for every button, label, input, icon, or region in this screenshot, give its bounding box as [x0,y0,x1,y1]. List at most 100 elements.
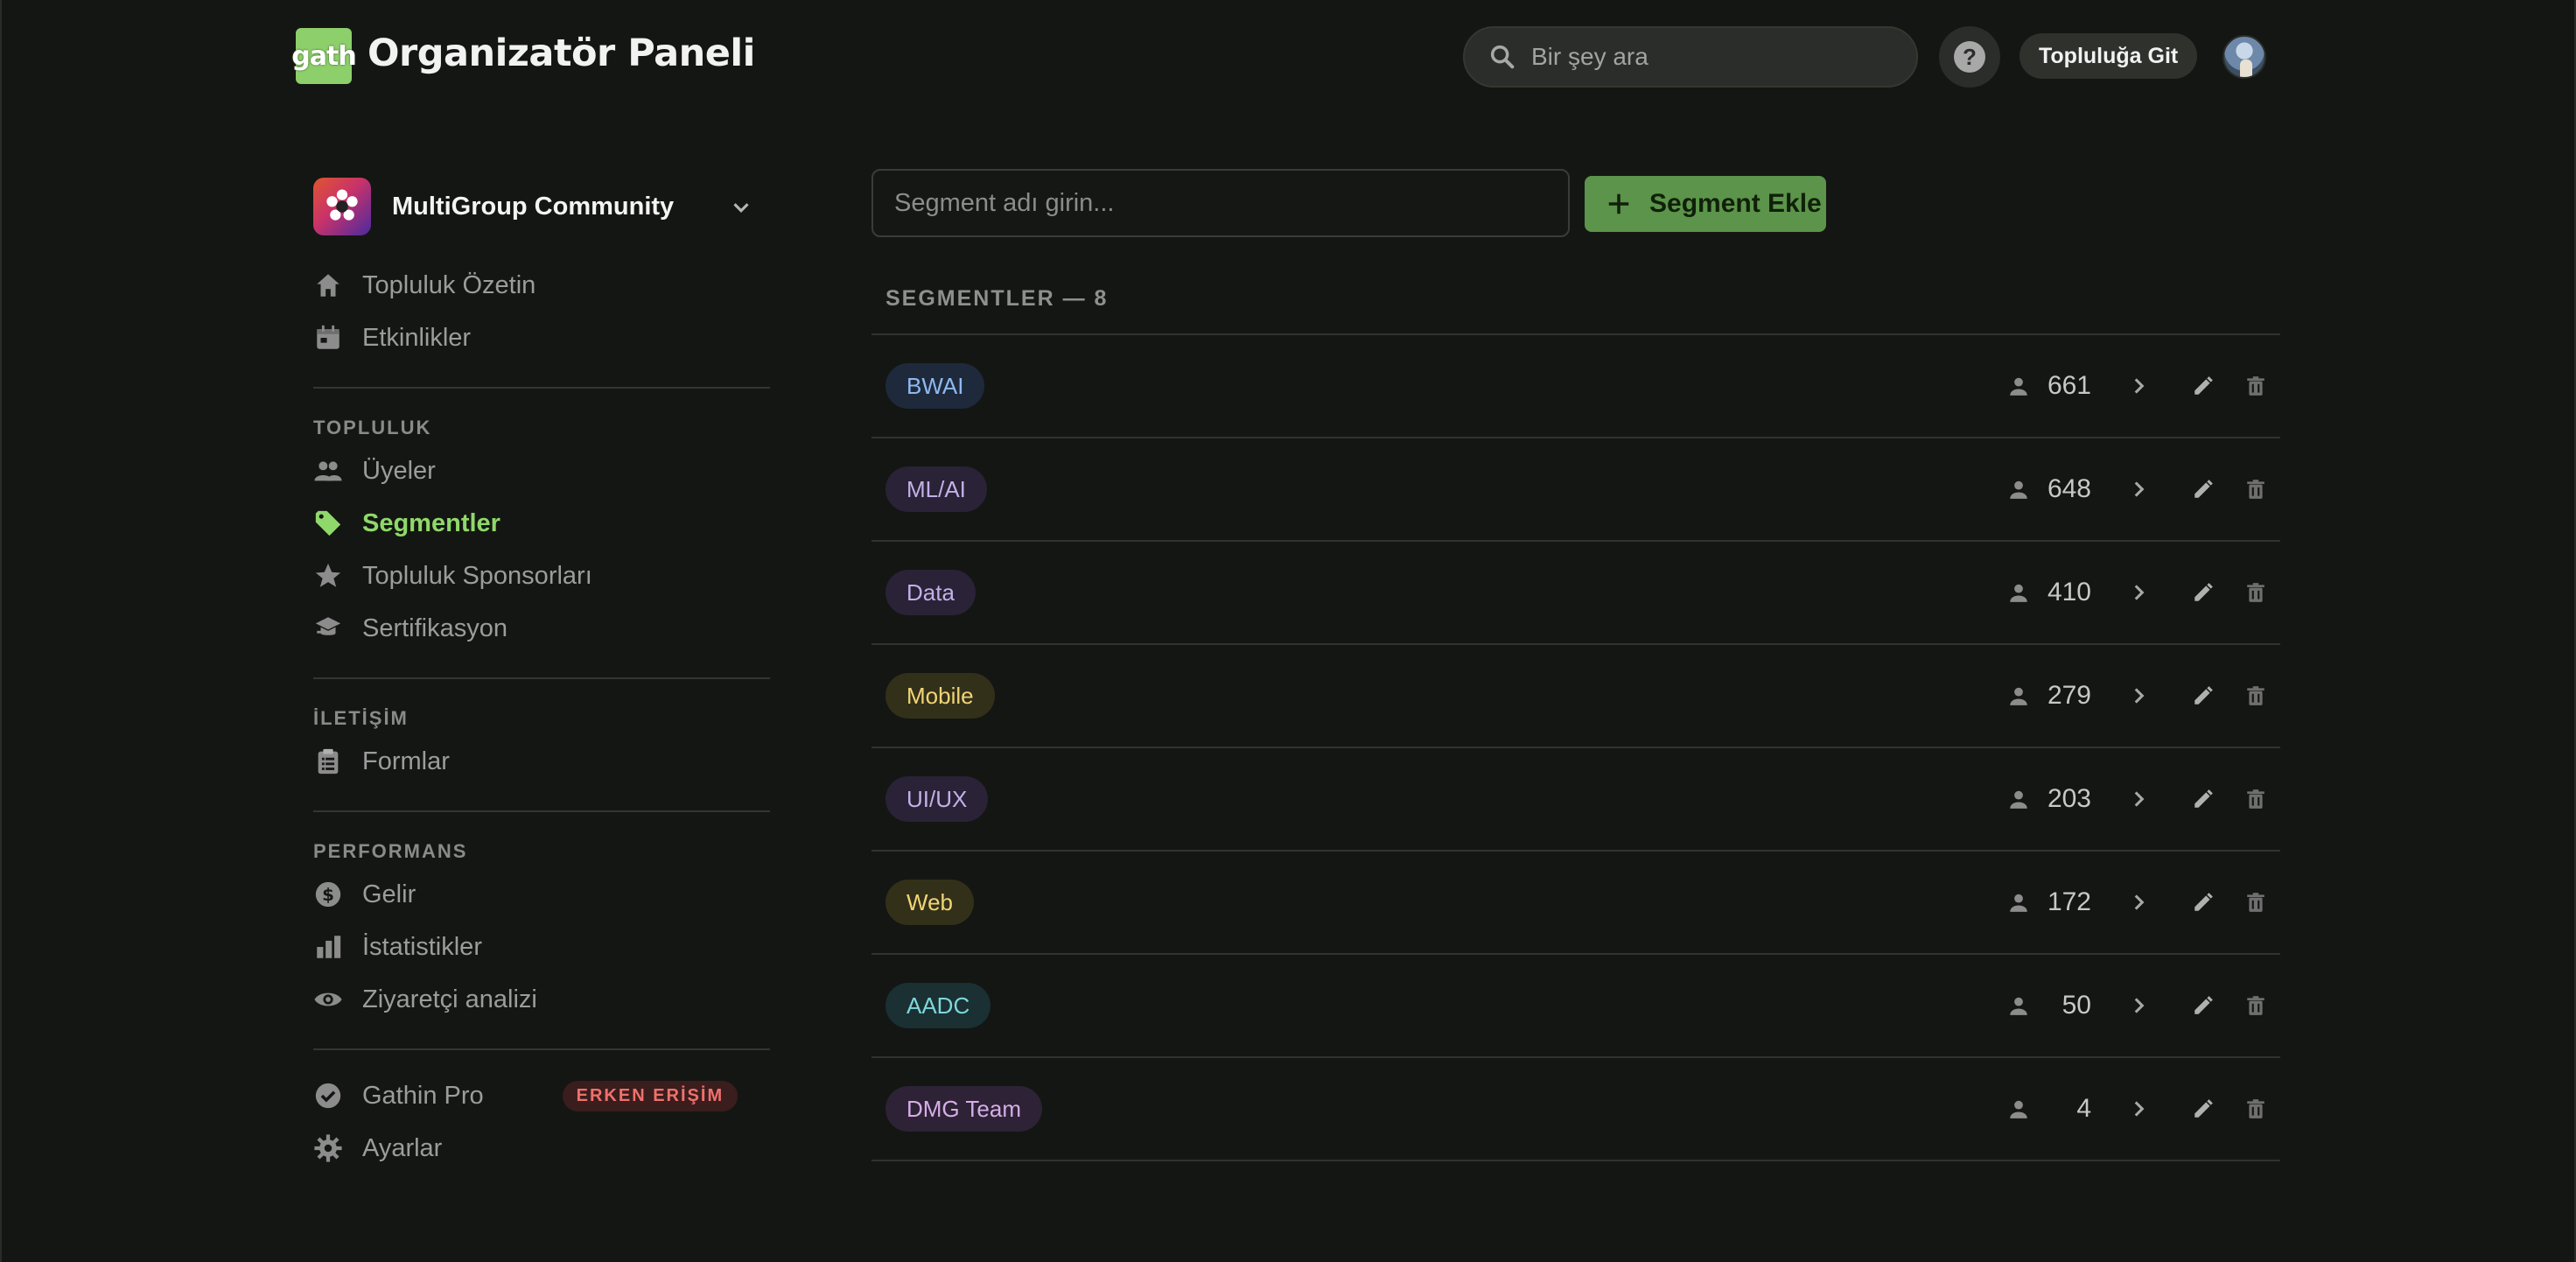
sidebar-item-label: Ayarlar [362,1133,443,1162]
sidebar-item-gathin-pro[interactable]: Gathin Pro ERKEN ERİŞİM [313,1069,770,1122]
segment-row[interactable]: UI/UX 203 [872,748,2280,852]
sidebar-item-members[interactable]: Üyeler [313,445,770,497]
open-segment-button[interactable] [2121,1091,2156,1126]
sidebar-divider [313,810,770,812]
segment-row[interactable]: Mobile 279 [872,645,2280,748]
segment-tag[interactable]: AADC [886,983,991,1028]
sidebar-item-label: Gathin Pro [362,1081,484,1110]
help-button[interactable]: ? [1939,26,2000,88]
delete-segment-button[interactable] [2238,368,2273,403]
sidebar-item-label: Etkinlikler [362,323,472,352]
org-switcher[interactable]: MultiGroup Community [313,175,770,238]
open-segment-button[interactable] [2121,575,2156,610]
edit-segment-button[interactable] [2186,678,2221,713]
sidebar-item-label: Formlar [362,747,450,775]
sidebar-item-visitor-analysis[interactable]: Ziyaretçi analizi [313,973,770,1026]
member-icon [2010,687,2027,705]
delete-segment-button[interactable] [2238,575,2273,610]
edit-segment-button[interactable] [2186,782,2221,817]
delete-segment-button[interactable] [2238,885,2273,920]
segment-row-actions: 410 [2007,542,2280,643]
segment-tag[interactable]: ML/AI [886,466,987,512]
open-segment-button[interactable] [2121,678,2156,713]
segment-row[interactable]: ML/AI 648 [872,438,2280,542]
segment-tag[interactable]: Mobile [886,673,995,719]
segment-tag[interactable]: DMG Team [886,1086,1042,1132]
delete-segment-button[interactable] [2238,1091,2273,1126]
member-count: 203 [2047,784,2091,813]
sidebar-item-sponsors[interactable]: Topluluk Sponsorları [313,550,770,602]
sidebar-item-segments[interactable]: Segmentler [313,497,770,550]
open-segment-button[interactable] [2121,782,2156,817]
sidebar-item-overview[interactable]: Topluluk Özetin [313,259,770,312]
app-logo[interactable]: gath [291,28,357,84]
segment-list: BWAI 661 ML/AI 648 Data 410 Mobile 279 U… [872,333,2280,1161]
sidebar-item-settings[interactable]: Ayarlar [313,1122,770,1174]
sidebar-item-certification[interactable]: Sertifikasyon [313,602,770,655]
chevron-right-icon [2134,688,2145,704]
search-input[interactable] [1531,43,1899,71]
open-segment-button[interactable] [2121,472,2156,507]
chevron-right-icon [2134,998,2145,1013]
segment-row-actions: 661 [2007,335,2280,437]
search-icon [1490,45,1515,69]
sidebar-item-statistics[interactable]: İstatistikler [313,921,770,973]
sidebar-divider [313,387,770,389]
edit-segment-button[interactable] [2186,472,2221,507]
sidebar-item-forms[interactable]: Formlar [313,735,770,788]
user-avatar[interactable] [2222,35,2266,79]
edit-segment-button[interactable] [2186,575,2221,610]
delete-segment-button[interactable] [2238,472,2273,507]
eye-icon [314,992,342,1006]
segment-name-input[interactable] [872,169,1570,237]
sidebar-item-revenue[interactable]: $ Gelir [313,868,770,921]
edit-segment-button[interactable] [2186,988,2221,1023]
segment-row[interactable]: BWAI 661 [872,335,2280,438]
member-count: 4 [2076,1094,2091,1123]
add-segment-button[interactable]: Segment Ekle [1585,176,1826,232]
trash-icon [2247,480,2264,499]
tag-icon [315,510,341,536]
search-bar[interactable] [1463,26,1918,88]
segment-row[interactable]: Data 410 [872,542,2280,645]
segment-row[interactable]: Web 172 [872,852,2280,955]
segment-tag[interactable]: Data [886,570,976,615]
member-count: 279 [2047,681,2091,710]
sidebar-item-events[interactable]: Etkinlikler [313,312,770,364]
segment-tag[interactable]: BWAI [886,363,985,409]
segment-row[interactable]: AADC 50 [872,955,2280,1058]
trash-icon [2247,789,2264,809]
open-segment-button[interactable] [2121,368,2156,403]
segment-tag[interactable]: UI/UX [886,776,989,822]
open-segment-button[interactable] [2121,988,2156,1023]
early-access-badge: ERKEN ERİŞİM [562,1080,738,1111]
segment-count-label: SEGMENTLER — 8 [886,286,1109,311]
delete-segment-button[interactable] [2238,782,2273,817]
chevron-right-icon [2134,378,2145,394]
go-to-community-button[interactable]: Topluluğa Git [2020,33,2198,79]
trash-icon [2247,376,2264,396]
plus-icon [1608,193,1629,214]
delete-segment-button[interactable] [2238,678,2273,713]
member-icon [2010,790,2027,809]
member-count: 410 [2047,578,2091,606]
edit-segment-button[interactable] [2186,885,2221,920]
edit-segment-button[interactable] [2186,368,2221,403]
page-title: Organizatör Paneli [368,32,755,75]
trash-icon [2247,583,2264,602]
delete-segment-button[interactable] [2238,988,2273,1023]
segment-tag[interactable]: Web [886,880,974,925]
dollar-icon: $ [315,881,341,908]
section-label-communication: İLETİŞİM [313,707,409,729]
help-icon: ? [1954,41,1985,73]
trash-icon [2247,893,2264,912]
pencil-icon [2194,789,2213,808]
pencil-icon [2194,686,2213,705]
member-count: 172 [2047,887,2091,916]
segment-row[interactable]: DMG Team 4 [872,1058,2280,1161]
add-segment-label: Segment Ekle [1649,189,1822,218]
open-segment-button[interactable] [2121,885,2156,920]
member-icon [2010,1100,2027,1118]
member-count: 661 [2047,371,2091,400]
edit-segment-button[interactable] [2186,1091,2221,1126]
